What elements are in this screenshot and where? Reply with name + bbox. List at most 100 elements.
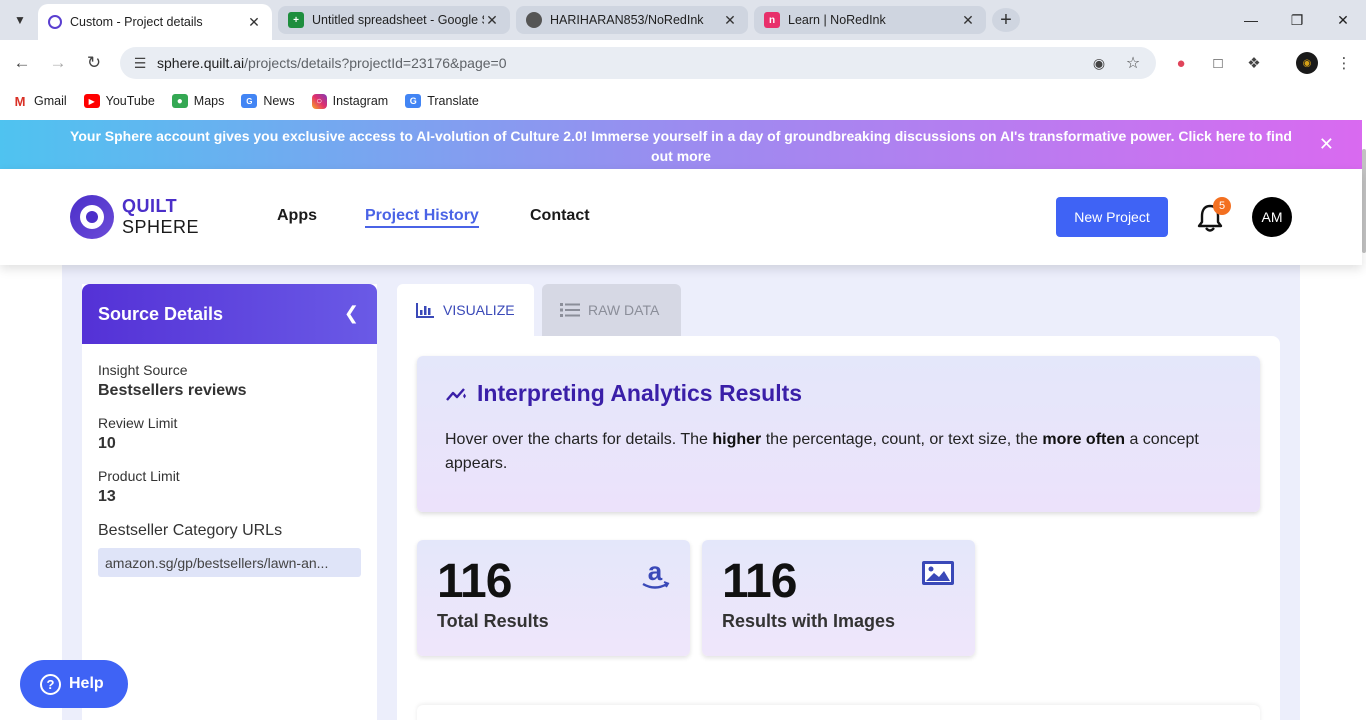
save-page-icon[interactable]: □ [1207, 52, 1229, 74]
bar-chart-icon [416, 303, 434, 318]
bookmark-maps[interactable]: ● Maps [171, 94, 225, 108]
browser-toolbar: ← → ↻ ☰ sphere.quilt.ai/projects/details… [0, 40, 1366, 86]
nav-project-history[interactable]: Project History [365, 207, 479, 228]
interpreting-description: Hover over the charts for details. The h… [445, 428, 1235, 476]
list-icon [560, 303, 580, 317]
tab-title: Learn | NoRedInk [788, 13, 886, 27]
noredink-favicon-icon: n [764, 12, 780, 28]
field-label: Insight Source [98, 362, 188, 378]
amazon-icon: a [642, 560, 670, 589]
stat-value: 116 [722, 555, 797, 608]
new-tab-button[interactable]: + [992, 8, 1020, 32]
bookmark-star-icon[interactable]: ☆ [1122, 47, 1144, 79]
stat-card-total-results: 116 Total Results a [417, 540, 690, 656]
quilt-favicon-icon [48, 15, 62, 29]
nav-apps[interactable]: Apps [277, 207, 317, 225]
promo-banner[interactable]: Your Sphere account gives you exclusive … [0, 120, 1362, 169]
minimize-icon[interactable]: — [1236, 8, 1266, 32]
stat-label: Results with Images [722, 611, 896, 631]
bookmark-gmail[interactable]: M Gmail [12, 93, 67, 109]
news-icon: G [241, 94, 258, 108]
close-tab-icon[interactable]: ✕ [722, 12, 738, 29]
quilt-sphere-logo[interactable]: QUILT SPHERE [70, 195, 199, 239]
help-button[interactable]: ? Help [20, 660, 128, 708]
field-product-limit: Product Limit 13 [82, 468, 377, 506]
emphasis-higher: higher [712, 431, 762, 448]
translate-icon: G [405, 94, 422, 108]
extension-icon[interactable]: ● [1170, 52, 1192, 74]
close-tab-icon[interactable]: ✕ [960, 12, 976, 29]
interpreting-title: Interpreting Analytics Results [477, 380, 803, 406]
logo-text-quilt: QUILT [122, 196, 178, 216]
maps-icon: ● [171, 94, 188, 108]
browser-tabstrip: ▼ Custom - Project details ✕ + Untitled … [0, 0, 1366, 40]
field-review-limit: Review Limit 10 [82, 415, 377, 453]
field-insight-source: Insight Source Bestsellers reviews [82, 362, 377, 400]
tab-title: Untitled spreadsheet - Google S [312, 13, 484, 27]
source-details-header: Source Details ❮ [82, 284, 377, 344]
bookmarks-bar: M Gmail ▶ YouTube ● Maps G News ○ Instag… [0, 86, 1366, 116]
browser-tab-github[interactable]: HARIHARAN853/NoRedInk ✕ [516, 6, 748, 34]
notification-badge: 5 [1213, 197, 1231, 215]
help-label: Help [69, 675, 104, 692]
tab-search-chevron-icon[interactable]: ▼ [8, 8, 32, 32]
bookmark-label: Translate [427, 94, 479, 108]
text-part: the percentage, count, or text size, the [761, 431, 1043, 448]
youtube-icon: ▶ [83, 94, 100, 108]
stat-label: Total Results [437, 611, 549, 631]
browser-tab-custom[interactable]: Custom - Project details ✕ [38, 4, 272, 40]
browser-tab-noredink[interactable]: n Learn | NoRedInk ✕ [754, 6, 986, 34]
trend-sparkle-icon [446, 387, 466, 401]
reload-icon[interactable]: ↻ [82, 51, 106, 75]
bookmark-label: Instagram [332, 94, 389, 108]
bookmark-youtube[interactable]: ▶ YouTube [83, 94, 155, 108]
user-avatar[interactable]: AM [1252, 197, 1292, 237]
stat-card-results-with-images: 116 Results with Images [702, 540, 975, 656]
address-bar[interactable]: ☰ sphere.quilt.ai/projects/details?proje… [120, 47, 1156, 79]
tab-raw-data[interactable]: RAW DATA [542, 284, 681, 336]
tab-title: HARIHARAN853/NoRedInk [550, 13, 704, 27]
field-value: 13 [98, 488, 116, 505]
logo-text-sphere: SPHERE [122, 217, 200, 237]
category-url-chip[interactable]: amazon.sg/gp/bestsellers/lawn-an... [98, 548, 361, 577]
bookmark-instagram[interactable]: ○ Instagram [311, 93, 389, 109]
source-details-title: Source Details [98, 303, 224, 324]
tab-raw-data-label: RAW DATA [588, 302, 660, 318]
visualize-panel: Interpreting Analytics Results Hover ove… [397, 336, 1280, 720]
field-label: Review Limit [98, 415, 178, 431]
page-scrollbar[interactable] [1362, 149, 1366, 253]
gmail-icon: M [14, 93, 26, 109]
bookmark-label: YouTube [105, 94, 155, 108]
logo-mark-icon [70, 195, 114, 239]
chart-card [417, 705, 1260, 720]
extensions-puzzle-icon[interactable]: ❖ [1243, 52, 1265, 74]
browser-tab-spreadsheet[interactable]: + Untitled spreadsheet - Google S ✕ [278, 6, 510, 34]
url-host: sphere.quilt.ai [157, 55, 245, 71]
forward-icon[interactable]: → [46, 51, 70, 75]
profile-avatar-icon[interactable]: ◉ [1296, 52, 1318, 74]
bookmark-label: Maps [193, 94, 225, 108]
bookmark-news[interactable]: G News [241, 94, 295, 108]
back-icon[interactable]: ← [10, 51, 34, 75]
svg-text:a: a [648, 560, 663, 586]
github-favicon-icon [526, 12, 542, 28]
web-page: Your Sphere account gives you exclusive … [0, 120, 1366, 720]
restore-icon[interactable]: ❐ [1282, 8, 1312, 32]
bookmark-label: Gmail [34, 94, 67, 108]
close-window-icon[interactable]: ✕ [1328, 8, 1358, 32]
site-info-icon[interactable]: ☰ [130, 47, 150, 79]
stat-value: 116 [437, 555, 512, 608]
chevron-left-icon[interactable]: ❮ [344, 303, 359, 324]
text-part: Hover over the charts for details. The [445, 431, 713, 448]
bookmark-translate[interactable]: G Translate [405, 94, 479, 108]
field-category-urls: Bestseller Category URLs amazon.sg/gp/be… [82, 522, 377, 577]
new-project-button[interactable]: New Project [1056, 197, 1168, 237]
close-tab-icon[interactable]: ✕ [246, 14, 262, 31]
close-tab-icon[interactable]: ✕ [484, 12, 500, 29]
tab-title: Custom - Project details [70, 15, 203, 29]
close-icon[interactable]: ✕ [1319, 134, 1334, 154]
eye-off-icon[interactable]: ◉ [1088, 47, 1110, 79]
nav-contact[interactable]: Contact [530, 207, 590, 225]
tab-visualize[interactable]: VISUALIZE [397, 284, 534, 336]
menu-kebab-icon[interactable]: ⋮ [1333, 52, 1355, 74]
